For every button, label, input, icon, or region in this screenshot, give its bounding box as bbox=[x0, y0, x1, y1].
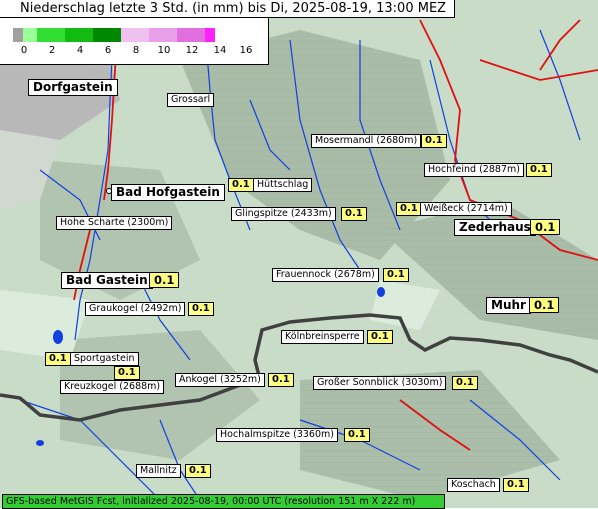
place-label-frauennock: Frauennock (2678m) bbox=[272, 268, 379, 282]
legend-tick: 0 bbox=[20, 45, 28, 56]
legend-tick: 6 bbox=[104, 45, 112, 56]
place-label-huettschlag: Hüttschlag bbox=[253, 178, 313, 192]
place-label-weisseck: Weißeck (2714m) bbox=[420, 202, 512, 216]
precip-value: 0.1 bbox=[114, 366, 140, 380]
legend-tick: 14 bbox=[213, 45, 227, 56]
precip-value: 0.1 bbox=[268, 373, 294, 387]
place-label-hochalmspitze: Hochalmspitze (3360m) bbox=[216, 428, 338, 442]
legend-tick: 8 bbox=[132, 45, 140, 56]
precip-value: 0.1 bbox=[530, 219, 561, 235]
place-label-dorfgastein: Dorfgastein bbox=[28, 79, 118, 96]
precip-value: 0.1 bbox=[341, 207, 367, 221]
precip-value: 0.1 bbox=[421, 134, 447, 148]
legend-ticks: 0 2 4 6 8 10 12 14 16 bbox=[0, 45, 268, 59]
place-label-graukogel: Graukogel (2492m) bbox=[85, 302, 186, 316]
map-title: Niederschlag letzte 3 Std. (in mm) bis D… bbox=[0, 0, 456, 18]
legend: 0 2 4 6 8 10 12 14 16 bbox=[0, 17, 269, 65]
legend-tick: 2 bbox=[48, 45, 56, 56]
place-label-grossarl: Grossarl bbox=[167, 93, 215, 107]
place-label-bad-gastein: Bad Gastein bbox=[61, 272, 153, 289]
precip-value: 0.1 bbox=[396, 202, 422, 216]
place-label-koelnbreinsperre: Kölnbreinsperre bbox=[281, 330, 364, 344]
place-label-mosermandl: Mosermandl (2680m) bbox=[311, 134, 422, 148]
precip-value: 0.1 bbox=[367, 330, 393, 344]
legend-tick: 12 bbox=[185, 45, 199, 56]
place-label-muhr: Muhr bbox=[486, 297, 531, 314]
precip-value: 0.1 bbox=[45, 352, 71, 366]
model-info-footer: GFS-based MetGIS Fcst, initialized 2025-… bbox=[2, 494, 445, 509]
precip-value: 0.1 bbox=[529, 297, 560, 313]
precip-value: 0.1 bbox=[452, 376, 478, 390]
precip-value: 0.1 bbox=[185, 464, 211, 478]
place-label-bad-hofgastein: Bad Hofgastein bbox=[111, 184, 225, 201]
precip-value: 0.1 bbox=[526, 163, 552, 177]
legend-tick: 16 bbox=[239, 45, 253, 56]
place-label-sportgastein: Sportgastein bbox=[70, 352, 139, 366]
legend-tick: 4 bbox=[76, 45, 84, 56]
place-label-zederhaus: Zederhaus bbox=[454, 219, 536, 236]
precip-value: 0.1 bbox=[344, 428, 370, 442]
place-label-grosser-sonnblick: Großer Sonnblick (3030m) bbox=[313, 376, 447, 390]
legend-color-bar bbox=[13, 28, 215, 42]
place-label-glingspitze: Glingspitze (2433m) bbox=[231, 207, 336, 221]
place-label-hochfeind: Hochfeind (2887m) bbox=[424, 163, 524, 177]
precip-value: 0.1 bbox=[228, 178, 254, 192]
place-label-kreuzkogel: Kreuzkogel (2688m) bbox=[60, 380, 165, 394]
precip-value: 0.1 bbox=[149, 272, 180, 288]
precip-value: 0.1 bbox=[383, 268, 409, 282]
place-label-koschach: Koschach bbox=[447, 478, 500, 492]
legend-tick: 10 bbox=[157, 45, 171, 56]
place-label-hohe-scharte: Hohe Scharte (2300m) bbox=[56, 216, 173, 230]
place-label-ankogel: Ankogel (3252m) bbox=[175, 373, 265, 387]
precip-value: 0.1 bbox=[503, 478, 529, 492]
precip-value: 0.1 bbox=[188, 302, 214, 316]
place-label-mallnitz: Mallnitz bbox=[136, 464, 181, 478]
